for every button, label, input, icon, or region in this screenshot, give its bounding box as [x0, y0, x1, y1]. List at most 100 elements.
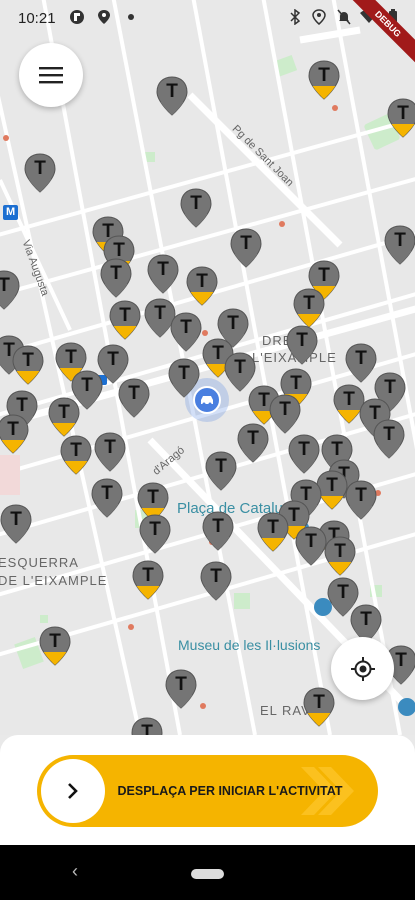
taxi-marker[interactable]: T	[186, 266, 218, 306]
taxi-marker[interactable]: T	[0, 414, 29, 454]
taxi-marker[interactable]: T	[0, 504, 32, 544]
taxi-marker[interactable]: T	[345, 343, 377, 383]
taxi-marker-letter: T	[247, 428, 259, 449]
taxi-marker-letter: T	[101, 483, 113, 504]
taxi-marker[interactable]: T	[303, 687, 335, 727]
taxi-marker[interactable]: T	[288, 434, 320, 474]
taxi-marker-letter: T	[313, 692, 325, 713]
taxi-marker[interactable]: T	[230, 228, 262, 268]
taxi-marker[interactable]: T	[118, 378, 150, 418]
taxi-marker-letter: T	[0, 275, 10, 296]
taxi-marker-letter: T	[81, 375, 93, 396]
taxi-marker[interactable]: T	[39, 626, 71, 666]
taxi-marker-letter: T	[296, 330, 308, 351]
metro-label: M	[6, 206, 16, 218]
taxi-marker[interactable]: T	[293, 288, 325, 328]
taxi-marker-letter: T	[149, 519, 161, 540]
taxi-marker[interactable]: T	[345, 480, 377, 520]
taxi-marker-letter: T	[279, 399, 291, 420]
taxi-marker[interactable]: T	[200, 561, 232, 601]
taxi-marker-letter: T	[227, 313, 239, 334]
taxi-marker-letter: T	[290, 373, 302, 394]
location-icon	[310, 8, 328, 26]
taxi-marker-letter: T	[305, 531, 317, 552]
taxi-marker[interactable]: T	[237, 423, 269, 463]
taxi-marker[interactable]: T	[180, 188, 212, 228]
home-pill-icon[interactable]	[191, 869, 224, 879]
taxi-marker[interactable]: T	[170, 312, 202, 352]
crosshair-location-icon	[350, 656, 375, 681]
taxi-marker[interactable]: T	[168, 358, 200, 398]
taxi-marker[interactable]: T	[100, 258, 132, 298]
taxi-marker-letter: T	[142, 565, 154, 586]
back-chevron-icon[interactable]: ‹	[72, 861, 78, 882]
taxi-marker[interactable]: T	[269, 394, 301, 434]
taxi-marker-letter: T	[175, 674, 187, 695]
taxi-marker-letter: T	[355, 348, 367, 369]
taxi-marker-letter: T	[22, 350, 34, 371]
taxi-marker[interactable]: T	[308, 60, 340, 100]
taxi-marker-letter: T	[34, 158, 46, 179]
mute-icon	[335, 8, 353, 26]
taxi-marker-letter: T	[267, 517, 279, 538]
taxi-marker-letter: T	[355, 485, 367, 506]
taxi-marker-letter: T	[298, 439, 310, 460]
taxi-marker-letter: T	[147, 487, 159, 508]
taxi-marker[interactable]: T	[48, 397, 80, 437]
taxi-marker-letter: T	[397, 103, 409, 124]
taxi-marker[interactable]: T	[384, 225, 415, 265]
taxi-marker[interactable]: T	[387, 98, 415, 138]
chevron-right-icon	[68, 783, 78, 799]
taxi-marker[interactable]: T	[147, 254, 179, 294]
slider-knob[interactable]	[41, 759, 105, 823]
taxi-marker-letter: T	[318, 65, 330, 86]
place-label-museu-illusions: Museu de les Il·lusions	[178, 637, 321, 653]
menu-button[interactable]	[19, 43, 83, 107]
taxi-marker-letter: T	[190, 193, 202, 214]
taxi-marker[interactable]: T	[286, 325, 318, 365]
taxi-marker[interactable]: T	[91, 478, 123, 518]
taxi-marker[interactable]: T	[60, 435, 92, 475]
map-view[interactable]: Pg de Sant Joan Via Augusta DRETA L'EIXA…	[0, 0, 415, 757]
my-location-button[interactable]	[331, 637, 394, 700]
taxi-marker[interactable]: T	[94, 432, 126, 472]
taxi-marker[interactable]: T	[324, 536, 356, 576]
district-label-esquerra: ESQUERRA	[0, 555, 79, 570]
taxi-marker[interactable]: T	[205, 451, 237, 491]
district-label-eixample-left: DE L'EIXAMPLE	[0, 573, 108, 588]
taxi-marker[interactable]: T	[132, 560, 164, 600]
taxi-marker-letter: T	[360, 609, 372, 630]
status-bar: 10:21	[0, 0, 415, 38]
taxi-marker[interactable]: T	[257, 512, 289, 552]
dot-icon	[122, 8, 140, 26]
status-time: 10:21	[18, 10, 56, 27]
car-icon	[201, 396, 213, 406]
taxi-marker-letter: T	[234, 357, 246, 378]
taxi-marker-letter: T	[110, 263, 122, 284]
taxi-marker[interactable]: T	[139, 514, 171, 554]
taxi-marker-letter: T	[157, 259, 169, 280]
taxi-marker[interactable]: T	[12, 345, 44, 385]
taxi-marker[interactable]: T	[109, 300, 141, 340]
taxi-marker[interactable]: T	[295, 526, 327, 566]
taxi-marker[interactable]: T	[165, 669, 197, 709]
flipboard-icon	[68, 8, 86, 26]
taxi-marker[interactable]: T	[156, 76, 188, 116]
taxi-marker-letter: T	[331, 439, 343, 460]
taxi-marker[interactable]: T	[373, 419, 405, 459]
taxi-marker-letter: T	[128, 383, 140, 404]
taxi-marker[interactable]: T	[202, 511, 234, 551]
taxi-marker-letter: T	[210, 566, 222, 587]
taxi-marker-letter: T	[215, 456, 227, 477]
taxi-marker-letter: T	[337, 582, 349, 603]
taxi-marker-letter: T	[383, 424, 395, 445]
taxi-marker[interactable]: T	[0, 270, 20, 310]
hamburger-menu-icon	[39, 67, 63, 84]
taxi-marker-letter: T	[104, 437, 116, 458]
start-activity-slider[interactable]: DESPLAÇA PER INICIAR L'ACTIVITAT	[37, 755, 378, 827]
taxi-marker-letter: T	[318, 265, 330, 286]
bottom-panel: DESPLAÇA PER INICIAR L'ACTIVITAT	[0, 735, 415, 845]
taxi-marker-letter: T	[58, 402, 70, 423]
taxi-marker-letter: T	[180, 317, 192, 338]
taxi-marker[interactable]: T	[24, 153, 56, 193]
